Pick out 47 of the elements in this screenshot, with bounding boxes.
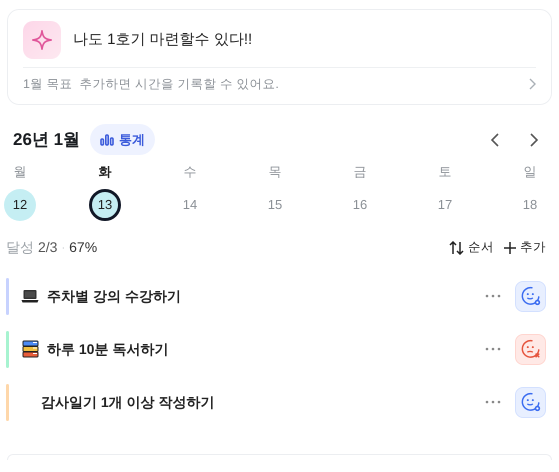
date-button[interactable]: 13 [89,188,121,221]
frown-button[interactable] [515,334,546,365]
separator-dot: · [61,240,66,256]
books-icon [21,340,39,358]
date-button[interactable]: 17 [429,188,461,221]
weekday-label: 토 [438,162,452,181]
add-button[interactable]: 추가 [504,238,546,258]
summary-percent: 67% [69,238,98,258]
smiley-icon [520,285,542,308]
summary-count: 2/3 [38,238,58,258]
weekday-label: 수 [184,162,196,181]
sort-button[interactable]: 순서 [449,238,494,258]
weekday-label: 목 [268,162,282,181]
sparkle-icon [23,21,61,59]
goal-card[interactable]: 나도 1호기 마련할수 있다!! 1월 목표 추가하면 시간을 기록할 수 있어요. [7,9,552,105]
date-button[interactable]: 15 [259,188,291,221]
hint-text: 추가하면 시간을 기록할 수 있어요. [79,76,280,93]
sort-icon [449,240,465,255]
date-button[interactable]: 14 [174,188,206,221]
goal-title: 나도 1호기 마련할수 있다!! [73,30,252,50]
weekday-label: 월 [14,162,26,181]
smiley-icon [520,391,542,414]
task-title: 주차별 강의 수강하기 [47,286,182,306]
date-button[interactable]: 18 [514,188,546,221]
task-title: 감사일기 1개 이상 작성하기 [41,392,216,412]
more-icon[interactable] [485,347,501,352]
weekday-label: 화 [98,162,112,181]
bar-chart-icon [100,134,114,146]
weekday-label: 일 [524,162,536,181]
summary-label: 달성 [6,238,34,258]
stats-button[interactable]: 통계 [90,124,156,156]
chevron-right-icon [528,78,536,90]
smiley-button[interactable] [515,280,546,312]
date-button[interactable]: 16 [344,188,376,221]
frown-icon [520,338,542,360]
laptop-icon [21,289,39,304]
task-title: 하루 10분 독서하기 [47,340,170,359]
weekday-label: 금 [354,162,366,181]
month-label: 1월 목표 [23,76,72,93]
plus-icon [504,242,516,254]
more-icon[interactable] [485,400,501,404]
smiley-button[interactable] [515,386,546,418]
next-button[interactable] [529,132,539,148]
date-button[interactable]: 12 [4,188,36,221]
more-icon[interactable] [485,294,501,298]
previous-button[interactable] [490,132,500,148]
month-title: 26년 1월 [13,129,80,151]
